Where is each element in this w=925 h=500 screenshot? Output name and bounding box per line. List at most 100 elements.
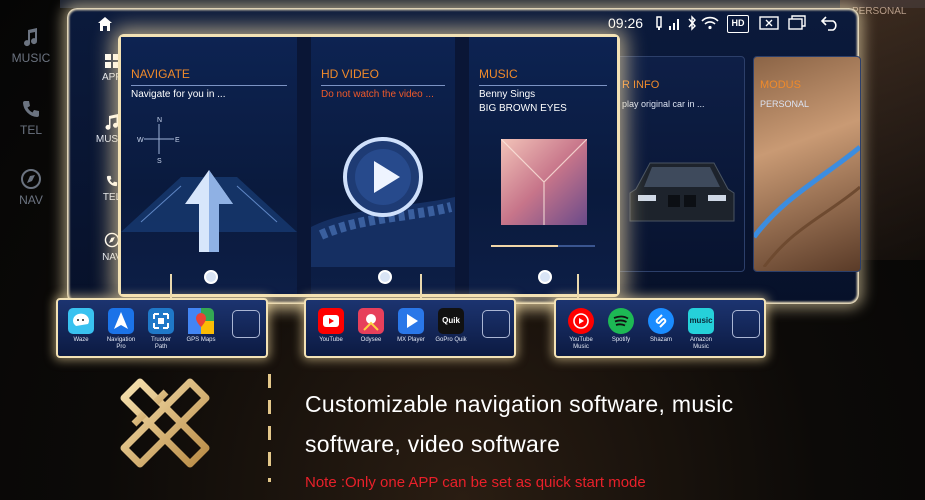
app-odysee[interactable]: Odysee: [354, 308, 388, 344]
empty-app-slot[interactable]: [482, 310, 510, 338]
card-indicator-dot: [378, 270, 392, 284]
video-app-dock: YouTube Odysee MX Player Quik GoPro Quik: [304, 298, 516, 358]
card-divider: [321, 85, 445, 86]
app-label: Shazam: [649, 337, 672, 343]
card-title: NAVIGATE: [131, 67, 190, 81]
hd-video-card[interactable]: HD VIDEO Do not watch the video ...: [311, 37, 455, 294]
card-title: MUSIC: [479, 67, 518, 81]
app-mx-player[interactable]: MX Player: [394, 308, 428, 344]
waze-icon: [68, 308, 94, 334]
card-divider: [479, 85, 607, 86]
navigation-arrow-graphic: N E W S: [121, 117, 297, 252]
car-info-card[interactable]: R INFO play original car in ...: [615, 56, 745, 272]
app-label: YouTube Music: [569, 337, 593, 350]
spotify-icon: [608, 308, 634, 334]
card-subtitle: play original car in ...: [622, 99, 705, 109]
quick-start-note: Note :Only one APP can be set as quick s…: [305, 474, 646, 491]
app-youtube-music[interactable]: YouTube Music: [564, 308, 598, 351]
card-indicator-dot: [204, 270, 218, 284]
hd-icon[interactable]: HD: [727, 15, 749, 33]
background-rail-nav: NAV: [0, 168, 62, 207]
youtube-icon: [318, 308, 344, 334]
phone-icon: [23, 101, 39, 117]
card-title: MODUS: [760, 79, 801, 91]
video-play-graphic: [311, 137, 455, 267]
card-indicator-dot: [538, 270, 552, 284]
card-subtitle: Navigate for you in ...: [131, 89, 226, 100]
screen-close-icon[interactable]: [759, 15, 779, 31]
background-right-label: PERSONAL: [852, 6, 907, 17]
app-gps-maps[interactable]: GPS Maps: [184, 308, 218, 344]
music-artist: Benny Sings: [479, 89, 536, 100]
home-icon[interactable]: [97, 16, 113, 32]
bluetooth-icon: [688, 15, 696, 31]
app-label: Navigation Pro: [106, 337, 136, 350]
connector-line: [420, 274, 422, 298]
app-label: GoPro Quik: [435, 337, 467, 343]
app-navigation-pro[interactable]: Navigation Pro: [104, 308, 138, 351]
svg-text:S: S: [157, 158, 162, 165]
connector-line: [170, 274, 172, 298]
app-label: Odysee: [360, 337, 382, 343]
amazon-music-icon: music: [688, 308, 714, 334]
youtube-music-icon: [568, 308, 594, 334]
app-gopro-quik[interactable]: Quik GoPro Quik: [434, 308, 468, 344]
caption-line-2: software, video software: [305, 431, 561, 457]
app-spotify[interactable]: Spotify: [604, 308, 638, 344]
music-progress-fill: [491, 245, 558, 247]
back-icon[interactable]: [820, 15, 840, 31]
music-note-icon: [105, 114, 119, 130]
empty-app-slot[interactable]: [732, 310, 760, 338]
background-top-strip: [60, 0, 925, 8]
caption-divider: [268, 374, 271, 482]
card-gap: [455, 37, 469, 294]
music-card[interactable]: MUSIC Benny Sings BIG BROWN EYES: [469, 37, 617, 294]
svg-text:E: E: [175, 137, 180, 144]
navigate-card[interactable]: NAVIGATE Navigate for you in ... N E W S: [121, 37, 297, 294]
apps-grid-icon: [105, 54, 119, 68]
app-label: YouTube: [319, 337, 343, 343]
card-title: R INFO: [622, 79, 660, 91]
app-label: MX Player: [397, 337, 425, 343]
album-cover: [501, 139, 587, 225]
usb-icon: [656, 16, 662, 30]
window-icon[interactable]: [788, 15, 806, 31]
music-note-icon: [24, 28, 38, 47]
odysee-icon: [358, 308, 384, 334]
customize-tools-icon: [120, 378, 210, 468]
compass-icon: [21, 169, 41, 189]
app-amazon-music[interactable]: music Amazon Music: [684, 308, 718, 351]
svg-text:W: W: [137, 137, 144, 144]
wifi-icon: [701, 16, 719, 30]
app-youtube[interactable]: YouTube: [314, 308, 348, 344]
empty-app-slot[interactable]: [232, 310, 260, 338]
card-subtitle: Do not watch the video ...: [321, 89, 434, 100]
music-progress-bar[interactable]: [491, 245, 595, 247]
dune-wallpaper: [754, 145, 860, 267]
card-divider: [131, 85, 287, 86]
shazam-icon: [648, 308, 674, 334]
caption-line-1: Customizable navigation software, music: [305, 391, 734, 417]
gopro-quik-icon: Quik: [438, 308, 464, 334]
app-trucker-path[interactable]: Trucker Path: [144, 308, 178, 351]
music-track: BIG BROWN EYES: [479, 103, 567, 114]
app-label: Amazon Music: [689, 337, 712, 350]
modus-card[interactable]: MODUS PERSONAL: [753, 56, 861, 272]
svg-text:N: N: [157, 117, 162, 124]
app-label: GPS Maps: [186, 337, 216, 343]
background-rail-tel: TEL: [0, 98, 62, 137]
navigation-app-dock: Waze Navigation Pro Trucker Path GPS Map…: [56, 298, 268, 358]
car-image: [629, 162, 735, 222]
card-gap: [297, 37, 311, 294]
card-subtitle: PERSONAL: [760, 99, 810, 109]
app-waze[interactable]: Waze: [64, 308, 98, 344]
connector-line: [577, 274, 579, 298]
map-pin-icon: [188, 308, 214, 334]
app-label: Trucker Path: [150, 337, 172, 350]
trucker-path-icon: [148, 308, 174, 334]
mx-player-icon: [398, 308, 424, 334]
app-shazam[interactable]: Shazam: [644, 308, 678, 344]
signal-icon: [669, 19, 679, 30]
card-title: HD VIDEO: [321, 67, 380, 81]
phone-icon: [106, 175, 118, 187]
